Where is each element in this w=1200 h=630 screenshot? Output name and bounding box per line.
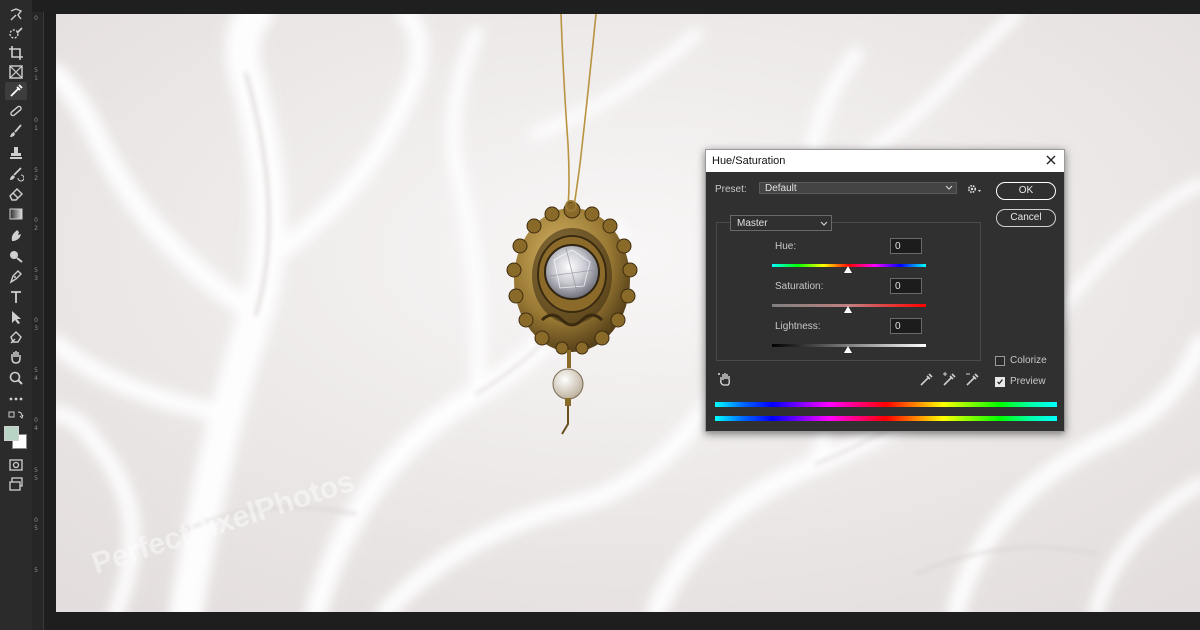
- ruler-number: 3: [34, 325, 38, 332]
- ruler-number: 5: [34, 467, 38, 474]
- ruler-number: 5: [34, 267, 38, 274]
- saturation-label: Saturation:: [775, 281, 824, 292]
- ruler-number: 0: [34, 317, 38, 324]
- dialog-title: Hue/Saturation: [712, 155, 786, 167]
- quick-mask-icon[interactable]: [5, 456, 27, 474]
- hue-input[interactable]: 0: [890, 238, 922, 254]
- checkmark-icon: [997, 379, 1003, 385]
- left-ruler: 0 5 1 0 1 5 2 0 2 5 3 0 3 5 4 0 4 5 5 0 …: [32, 12, 44, 630]
- hue-slider-thumb[interactable]: [844, 266, 852, 273]
- eyedropper-icon[interactable]: [5, 82, 27, 100]
- eraser-icon[interactable]: [5, 185, 27, 203]
- brush-icon[interactable]: [5, 122, 27, 140]
- path-select-icon[interactable]: [5, 308, 27, 326]
- channel-dropdown[interactable]: Master: [730, 215, 832, 231]
- preset-label: Preset:: [715, 184, 747, 195]
- ruler-number: 0: [34, 117, 38, 124]
- ruler-number: 1: [34, 75, 38, 82]
- tools-panel: [0, 0, 32, 630]
- adjustment-group: [716, 222, 981, 361]
- ruler-number: 0: [34, 217, 38, 224]
- close-icon[interactable]: [1044, 153, 1058, 167]
- gradient-icon[interactable]: [5, 205, 27, 223]
- ruler-number: 3: [34, 275, 38, 282]
- ruler-number: 5: [34, 475, 38, 482]
- output-color-spectrum: [715, 416, 1057, 421]
- input-color-spectrum: [715, 402, 1057, 407]
- history-brush-icon[interactable]: [5, 165, 27, 183]
- ruler-number: 5: [34, 167, 38, 174]
- canvas-bottom-edge: [44, 612, 1200, 630]
- screen-mode-icon[interactable]: [5, 475, 27, 493]
- chevron-down-icon: [945, 185, 953, 190]
- hue-saturation-dialog: Hue/Saturation Preset: Default OK Cancel…: [705, 149, 1065, 432]
- healing-brush-icon[interactable]: [5, 102, 27, 120]
- ok-button[interactable]: OK: [996, 182, 1056, 200]
- hue-label: Hue:: [775, 241, 797, 252]
- ruler-number: 5: [34, 525, 38, 532]
- clone-stamp-icon[interactable]: [5, 144, 27, 162]
- cancel-button[interactable]: Cancel: [996, 209, 1056, 227]
- type-icon[interactable]: [5, 288, 27, 306]
- preset-dropdown[interactable]: Default: [759, 182, 957, 194]
- saturation-input[interactable]: 0: [890, 278, 922, 294]
- lightness-value: 0: [895, 321, 901, 332]
- colorize-checkbox[interactable]: [995, 356, 1005, 366]
- foreground-color-swatch[interactable]: [4, 426, 19, 441]
- lightness-label: Lightness:: [775, 321, 821, 332]
- hue-value: 0: [895, 241, 901, 252]
- ruler-number: 5: [34, 367, 38, 374]
- dialog-titlebar[interactable]: Hue/Saturation: [706, 150, 1064, 172]
- ruler-number: 0: [34, 417, 38, 424]
- saturation-slider-thumb[interactable]: [844, 306, 852, 313]
- hand-icon[interactable]: [5, 348, 27, 366]
- preset-value: Default: [765, 183, 797, 194]
- lightness-slider-thumb[interactable]: [844, 346, 852, 353]
- add-to-sample-eyedropper-icon[interactable]: [941, 371, 957, 387]
- subtract-from-sample-eyedropper-icon[interactable]: [964, 371, 980, 387]
- pen-icon[interactable]: [5, 267, 27, 285]
- ruler-number: 5: [34, 67, 38, 74]
- ruler-number: 2: [34, 175, 38, 182]
- smudge-icon[interactable]: [5, 227, 27, 245]
- ruler-number: 5: [34, 567, 38, 574]
- gear-icon[interactable]: [966, 182, 982, 196]
- ruler-number: 2: [34, 225, 38, 232]
- crop-icon[interactable]: [5, 44, 27, 62]
- ruler-number: 4: [34, 425, 38, 432]
- shape-icon[interactable]: [5, 328, 27, 346]
- targeted-adjustment-icon[interactable]: [717, 371, 733, 387]
- quick-select-icon[interactable]: [5, 25, 27, 43]
- more-tools-icon[interactable]: [5, 390, 27, 408]
- lightness-input[interactable]: 0: [890, 318, 922, 334]
- swap-colors-icon[interactable]: [5, 410, 27, 420]
- eyedropper-icon[interactable]: [918, 371, 934, 387]
- zoom-icon[interactable]: [5, 369, 27, 387]
- ruler-number: 4: [34, 375, 38, 382]
- ruler-number: 0: [34, 15, 38, 22]
- top-ruler: [32, 0, 1200, 12]
- preview-checkbox[interactable]: [995, 377, 1005, 387]
- ruler-number: 0: [34, 517, 38, 524]
- colorize-label: Colorize: [1010, 355, 1047, 366]
- frame-icon[interactable]: [5, 63, 27, 81]
- lasso-icon[interactable]: [5, 6, 27, 24]
- ruler-number: 1: [34, 125, 38, 132]
- channel-value: Master: [737, 218, 768, 229]
- preview-label: Preview: [1010, 376, 1046, 387]
- saturation-value: 0: [895, 281, 901, 292]
- chevron-down-icon: [820, 221, 828, 226]
- dodge-icon[interactable]: [5, 247, 27, 265]
